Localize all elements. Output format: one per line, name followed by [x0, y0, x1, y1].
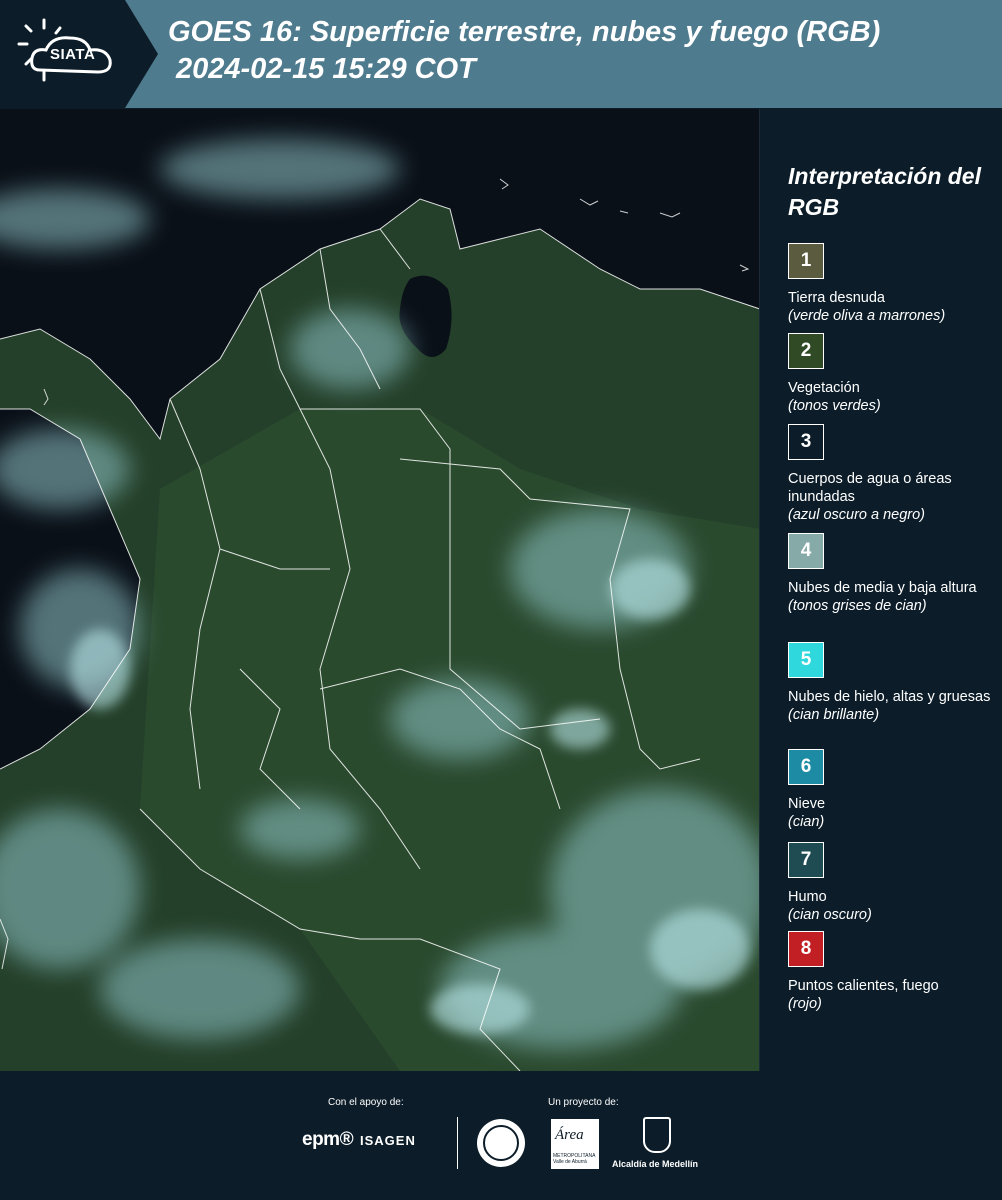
legend-item-mid-clouds: 4 Nubes de media y baja altura (tonos gr… — [788, 533, 1002, 615]
legend-item-label: Nubes de hielo, altas y gruesas — [788, 689, 991, 705]
legend-item-bare-soil: 1 Tierra desnuda (verde oliva a marrones… — [788, 243, 1002, 325]
title-line-1: GOES 16: Superficie terrestre, nubes y f… — [168, 16, 881, 48]
legend-panel: Interpretación del RGB 1 Tierra desnuda … — [770, 109, 1002, 1071]
legend-swatch: 7 — [788, 842, 824, 878]
footer: Con el apoyo de: Un proyecto de: epm® IS… — [0, 1071, 1002, 1200]
legend-item-smoke: 7 Humo (cian oscuro) — [788, 842, 1002, 924]
medellin-seal-icon — [477, 1119, 525, 1167]
legend-item-sub: (cian) — [788, 814, 825, 830]
legend-item-sub: (cian oscuro) — [788, 907, 872, 923]
legend-item-ice-clouds: 5 Nubes de hielo, altas y gruesas (cian … — [788, 642, 1002, 724]
legend-item-snow: 6 Nieve (cian) — [788, 749, 1002, 831]
area-logo-text: Área — [555, 1127, 584, 1143]
alcaldia-shield-icon — [643, 1117, 671, 1153]
header-bar: SIATA GOES 16: Superficie terrestre, nub… — [0, 0, 1002, 108]
legend-title: Interpretación del RGB — [788, 163, 981, 220]
legend-item-sub: (tonos grises de cian) — [788, 598, 927, 614]
legend-swatch: 3 — [788, 424, 824, 460]
title-line-2: 2024-02-15 15:29 COT — [176, 53, 476, 85]
project-label: Un proyecto de: — [548, 1097, 619, 1108]
legend-item-label: Cuerpos de agua o áreas inundadas — [788, 471, 952, 505]
legend-item-label: Nieve — [788, 796, 826, 812]
legend-item-label: Vegetación — [788, 380, 860, 396]
footer-divider — [457, 1117, 458, 1169]
legend-item-sub: (azul oscuro a negro) — [788, 507, 926, 523]
legend-item-label: Puntos calientes, fuego — [788, 978, 939, 994]
legend-item-label: Nubes de media y baja altura — [788, 580, 977, 596]
legend-item-sub: (tonos verdes) — [788, 398, 881, 414]
isagen-logo: ISAGEN — [360, 1133, 416, 1148]
legend-item-water: 3 Cuerpos de agua o áreas inundadas (azu… — [788, 424, 1002, 524]
legend-swatch: 1 — [788, 243, 824, 279]
legend-item-fire: 8 Puntos calientes, fuego (rojo) — [788, 931, 1002, 1013]
legend-item-label: Humo — [788, 889, 827, 905]
legend-item-label: Tierra desnuda — [788, 290, 885, 306]
legend-item-sub: (rojo) — [788, 996, 822, 1012]
satellite-map — [0, 109, 760, 1071]
area-logo-subtext: METROPOLITANA Valle de Aburrá — [553, 1153, 596, 1165]
legend-swatch: 4 — [788, 533, 824, 569]
support-label: Con el apoyo de: — [328, 1097, 404, 1108]
legend-item-sub: (verde oliva a marrones) — [788, 308, 946, 324]
epm-logo: epm® — [302, 1129, 354, 1150]
alcaldia-logo-text: Alcaldía de Medellín — [612, 1159, 699, 1169]
map-image — [0, 109, 759, 1071]
siata-logo: SIATA — [0, 0, 160, 108]
area-metropolitana-logo: Área METROPOLITANA Valle de Aburrá — [551, 1119, 599, 1169]
legend-swatch: 5 — [788, 642, 824, 678]
legend-swatch: 8 — [788, 931, 824, 967]
legend-swatch: 2 — [788, 333, 824, 369]
legend-swatch: 6 — [788, 749, 824, 785]
page: SIATA GOES 16: Superficie terrestre, nub… — [0, 0, 1002, 1200]
logo-text: SIATA — [50, 46, 96, 63]
legend-item-sub: (cian brillante) — [788, 707, 880, 723]
legend-item-vegetation: 2 Vegetación (tonos verdes) — [788, 333, 1002, 415]
page-title: GOES 16: Superficie terrestre, nubes y f… — [168, 14, 998, 88]
